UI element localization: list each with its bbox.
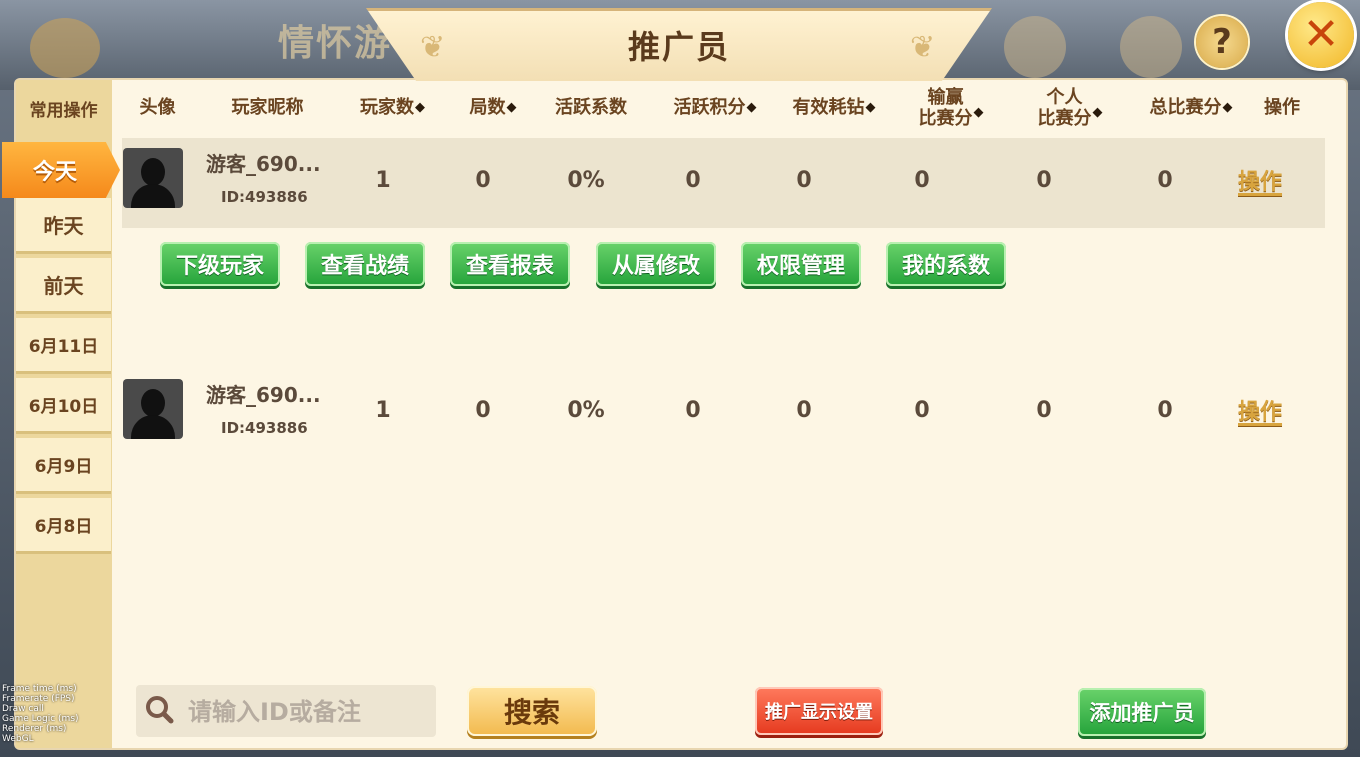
page-title: 推广员 <box>627 28 730 66</box>
sidebar-item-jun10[interactable]: 6月10日 <box>16 378 111 434</box>
header-total-score[interactable]: 总比赛分 ◆ <box>1135 92 1247 124</box>
header-rounds-label: 局数 <box>469 97 506 118</box>
sidebar-item-jun9[interactable]: 6月9日 <box>16 438 111 494</box>
cell-total-score: 0 <box>1157 168 1173 193</box>
header-avatar: 头像 <box>139 97 176 118</box>
header-rounds[interactable]: 局数 ◆ <box>458 92 528 124</box>
background-menu-icon <box>1004 16 1066 78</box>
avatar <box>123 148 183 208</box>
help-icon[interactable]: ? <box>1196 16 1248 68</box>
sort-icon[interactable]: ◆ <box>507 98 517 118</box>
sort-icon[interactable]: ◆ <box>1223 98 1233 118</box>
row-action-link[interactable]: 操作 <box>1238 394 1282 426</box>
header-winloss[interactable]: 输赢 比赛分 ◆ <box>905 87 997 129</box>
cell-activity-points: 0 <box>685 398 701 423</box>
sidebar-header: 常用操作 <box>29 100 98 121</box>
cell-activity-points: 0 <box>685 168 701 193</box>
sidebar-item-jun8[interactable]: 6月8日 <box>16 498 111 554</box>
header-activity-points-label: 活跃积分 <box>673 97 746 118</box>
search-button[interactable]: 搜索 <box>467 686 597 736</box>
cell-valid-diamonds: 0 <box>796 398 812 423</box>
change-affiliation-button[interactable]: 从属修改 <box>596 242 716 286</box>
debug-line: WebGL <box>2 734 34 744</box>
debug-line: Game Logic (ms) <box>2 714 79 724</box>
header-players-label: 玩家数 <box>360 97 414 118</box>
header-personal[interactable]: 个人 比赛分 ◆ <box>1025 87 1115 129</box>
header-activity-points[interactable]: 活跃积分 ◆ <box>660 92 770 124</box>
cell-players: 1 <box>375 398 391 423</box>
view-report-button[interactable]: 查看报表 <box>450 242 570 286</box>
background-handshake-icon <box>1120 16 1182 78</box>
sort-icon[interactable]: ◆ <box>974 103 984 123</box>
header-activity-ratio: 活跃系数 <box>555 97 627 118</box>
player-nickname: 游客_690... <box>206 152 321 176</box>
header-personal-line2: 比赛分 <box>1037 108 1092 129</box>
sort-icon[interactable]: ◆ <box>415 98 425 118</box>
debug-line: Frame time (ms) <box>2 684 77 694</box>
my-coefficient-button[interactable]: 我的系数 <box>886 242 1006 286</box>
sort-icon[interactable]: ◆ <box>866 98 876 118</box>
add-promoter-button[interactable]: 添加推广员 <box>1078 688 1206 736</box>
cell-rounds: 0 <box>475 168 491 193</box>
header-total-score-label: 总比赛分 <box>1149 97 1222 118</box>
header-action: 操作 <box>1264 97 1300 118</box>
cell-personal-score: 0 <box>1036 168 1052 193</box>
player-nickname: 游客_690... <box>206 383 321 407</box>
player-id: ID:493886 <box>221 188 308 206</box>
header-valid-diamonds-label: 有效耗钻 <box>792 97 865 118</box>
sidebar-item-yesterday[interactable]: 昨天 <box>16 198 111 254</box>
header-players[interactable]: 玩家数 ◆ <box>345 92 440 124</box>
debug-line: Renderer (ms) <box>2 724 67 734</box>
cell-activity-ratio: 0% <box>567 398 605 423</box>
search-icon <box>146 696 174 724</box>
close-icon[interactable]: ✕ <box>1288 2 1354 68</box>
sidebar-item-jun11[interactable]: 6月11日 <box>16 318 111 374</box>
display-settings-button[interactable]: 推广显示设置 <box>755 687 883 735</box>
debug-stats-overlay: Frame time (ms) Framerate (FPS) Draw cal… <box>2 684 79 744</box>
header-personal-line1: 个人 <box>1046 87 1083 108</box>
header-winloss-line2: 比赛分 <box>918 108 973 129</box>
sidebar-item-today[interactable]: 今天 <box>2 142 120 198</box>
debug-line: Framerate (FPS) <box>2 694 75 704</box>
header-valid-diamonds[interactable]: 有效耗钻 ◆ <box>778 92 890 124</box>
cell-valid-diamonds: 0 <box>796 168 812 193</box>
subordinate-players-button[interactable]: 下级玩家 <box>160 242 280 286</box>
cell-personal-score: 0 <box>1036 398 1052 423</box>
sort-icon[interactable]: ◆ <box>747 98 757 118</box>
row-action-link[interactable]: 操作 <box>1238 164 1282 196</box>
header-nickname: 玩家昵称 <box>231 97 304 118</box>
cell-activity-ratio: 0% <box>567 168 605 193</box>
cell-winloss-score: 0 <box>914 398 930 423</box>
cell-rounds: 0 <box>475 398 491 423</box>
view-records-button[interactable]: 查看战绩 <box>305 242 425 286</box>
debug-line: Draw call <box>2 704 44 714</box>
cell-players: 1 <box>375 168 391 193</box>
header-winloss-line1: 输赢 <box>927 87 964 108</box>
avatar <box>123 379 183 439</box>
cell-total-score: 0 <box>1157 398 1173 423</box>
search-input[interactable] <box>186 690 435 734</box>
back-arrow-icon[interactable] <box>30 18 100 78</box>
sort-icon[interactable]: ◆ <box>1093 103 1103 123</box>
player-id: ID:493886 <box>221 419 308 437</box>
permission-management-button[interactable]: 权限管理 <box>741 242 861 286</box>
sidebar-item-day-before[interactable]: 前天 <box>16 258 111 314</box>
cell-winloss-score: 0 <box>914 168 930 193</box>
